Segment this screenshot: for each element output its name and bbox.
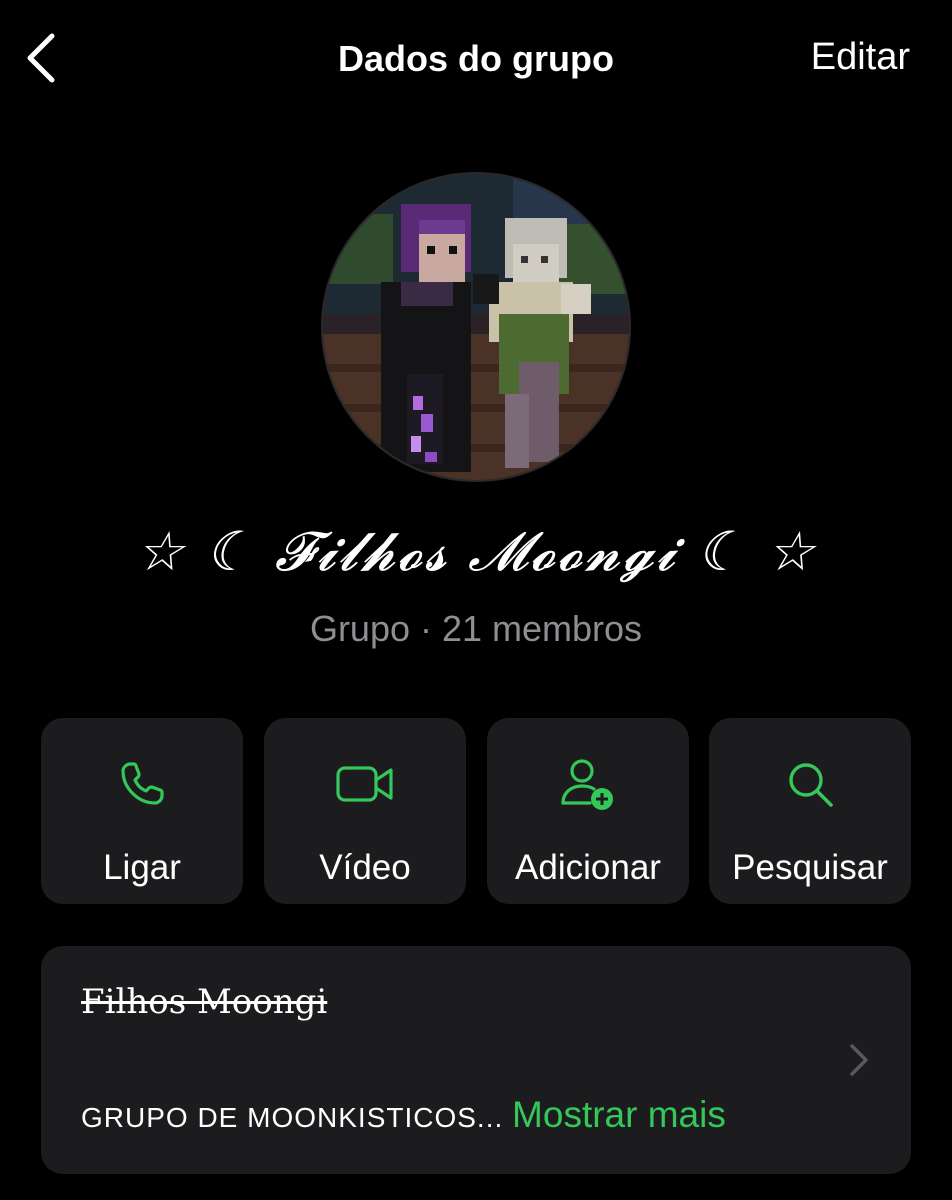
group-avatar-image xyxy=(323,174,629,480)
quick-actions: Ligar Vídeo Adicionar Pesquisar xyxy=(41,718,911,904)
search-icon xyxy=(789,763,833,807)
page-title: Dados do grupo xyxy=(338,38,614,79)
video-icon xyxy=(336,766,393,802)
chevron-right-icon xyxy=(850,1044,868,1076)
description-preview: GRUPO DE MOONKISTICOS... xyxy=(81,1102,504,1133)
group-avatar[interactable] xyxy=(323,174,629,480)
search-button-label: Pesquisar xyxy=(732,848,888,887)
search-button[interactable]: Pesquisar xyxy=(709,718,911,904)
group-member-count: Grupo · 21 membros xyxy=(309,608,643,649)
edit-button[interactable]: Editar xyxy=(811,36,910,79)
show-more-link[interactable]: Mostrar mais xyxy=(512,1094,726,1135)
add-member-button-label: Adicionar xyxy=(515,848,661,887)
description-title: Filhos Moongi xyxy=(81,982,328,1022)
phone-icon xyxy=(121,762,164,805)
add-person-icon xyxy=(561,759,613,810)
group-description-card[interactable]: Filhos Moongi GRUPO DE MOONKISTICOS... M… xyxy=(41,946,911,1174)
group-name: ☆ ☾ 𝓕𝓲𝓵𝓱𝓸𝓼 𝓜𝓸𝓸𝓷𝓰𝓲 ☾ ☆ xyxy=(135,520,817,583)
call-button[interactable]: Ligar xyxy=(41,718,243,904)
add-member-button[interactable]: Adicionar xyxy=(487,718,689,904)
video-button-label: Vídeo xyxy=(319,848,411,887)
description-text: GRUPO DE MOONKISTICOS... Mostrar mais xyxy=(81,1094,726,1136)
video-button[interactable]: Vídeo xyxy=(264,718,466,904)
call-button-label: Ligar xyxy=(103,848,181,887)
navigation-bar: Dados do grupo Editar xyxy=(0,0,952,120)
